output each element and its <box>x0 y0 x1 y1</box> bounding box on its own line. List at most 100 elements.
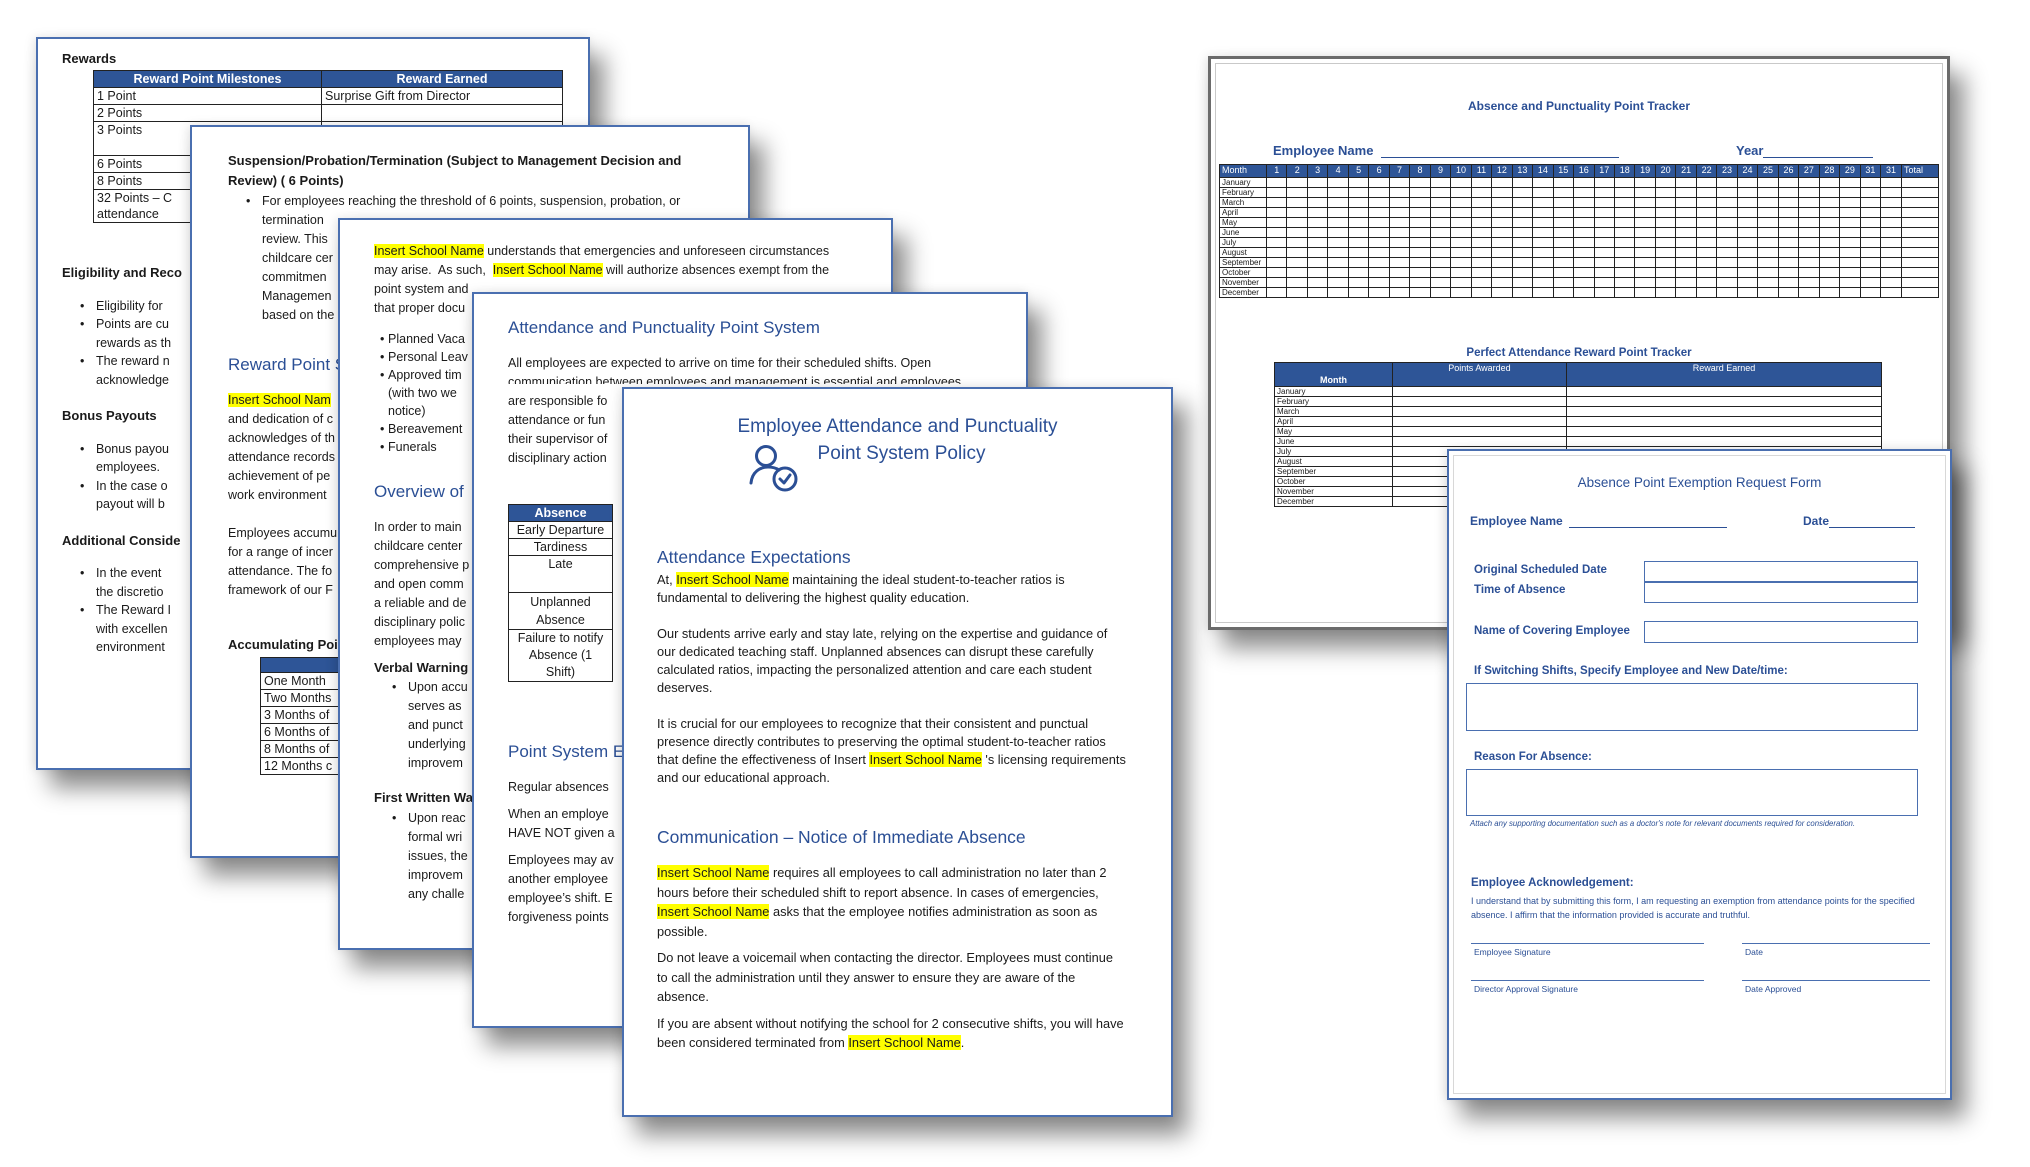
reward-earned-cell[interactable] <box>1566 386 1882 397</box>
grid-cell[interactable] <box>1470 186 1493 198</box>
grid-cell[interactable] <box>1450 196 1472 208</box>
reward-earned-cell[interactable] <box>1566 426 1882 437</box>
grid-cell[interactable] <box>1777 266 1800 278</box>
grid-cell[interactable] <box>1654 276 1677 288</box>
grid-cell[interactable] <box>1327 266 1349 278</box>
grid-cell[interactable] <box>1613 226 1636 238</box>
grid-cell[interactable] <box>1839 236 1861 248</box>
grid-cell[interactable] <box>1552 276 1575 288</box>
grid-cell[interactable] <box>1880 286 1902 298</box>
grid-cell[interactable] <box>1777 246 1800 258</box>
grid-cell[interactable] <box>1450 256 1472 268</box>
grid-cell[interactable] <box>1573 206 1595 218</box>
grid-cell[interactable] <box>1798 226 1820 238</box>
grid-cell[interactable] <box>1491 276 1513 288</box>
grid-cell[interactable] <box>1429 206 1452 218</box>
grid-cell[interactable] <box>1491 206 1513 218</box>
grid-cell[interactable] <box>1327 246 1349 258</box>
grid-cell[interactable] <box>1695 176 1718 188</box>
grid-cell[interactable] <box>1429 246 1452 258</box>
grid-cell[interactable] <box>1798 216 1820 228</box>
grid-cell[interactable] <box>1798 276 1820 288</box>
points-awarded-cell[interactable] <box>1392 396 1567 407</box>
grid-cell[interactable] <box>1511 256 1534 268</box>
grid-cell[interactable] <box>1347 196 1370 208</box>
grid-cell[interactable] <box>1265 246 1288 258</box>
grid-cell[interactable] <box>1491 176 1513 188</box>
grid-cell[interactable] <box>1716 226 1738 238</box>
grid-cell[interactable] <box>1511 216 1534 228</box>
grid-cell[interactable] <box>1552 246 1575 258</box>
employee-name-field[interactable] <box>1381 157 1620 158</box>
grid-cell[interactable] <box>1409 226 1431 238</box>
grid-cell[interactable] <box>1429 216 1452 228</box>
grid-cell[interactable] <box>1757 196 1779 208</box>
grid-cell[interactable] <box>1409 206 1431 218</box>
grid-cell[interactable] <box>1695 196 1718 208</box>
grid-cell[interactable] <box>1286 266 1308 278</box>
grid-cell[interactable] <box>1573 186 1595 198</box>
grid-cell[interactable] <box>1286 176 1308 188</box>
employee-name-field[interactable] <box>1569 527 1728 528</box>
grid-cell[interactable] <box>1368 216 1390 228</box>
grid-cell[interactable] <box>1511 236 1534 248</box>
grid-cell[interactable] <box>1429 266 1452 278</box>
reason-input[interactable] <box>1466 769 1918 816</box>
grid-cell[interactable] <box>1327 236 1349 248</box>
grid-cell[interactable] <box>1511 176 1534 188</box>
grid-cell[interactable] <box>1593 276 1615 288</box>
grid-cell[interactable] <box>1736 236 1759 248</box>
grid-cell[interactable] <box>1306 206 1329 218</box>
grid-cell[interactable] <box>1409 216 1431 228</box>
grid-cell[interactable] <box>1901 176 1939 188</box>
grid-cell[interactable] <box>1286 216 1308 228</box>
grid-cell[interactable] <box>1368 186 1390 198</box>
grid-cell[interactable] <box>1839 246 1861 258</box>
grid-cell[interactable] <box>1532 266 1554 278</box>
grid-cell[interactable] <box>1573 256 1595 268</box>
grid-cell[interactable] <box>1859 176 1882 188</box>
grid-cell[interactable] <box>1859 226 1882 238</box>
grid-cell[interactable] <box>1409 196 1431 208</box>
grid-cell[interactable] <box>1409 286 1431 298</box>
year-field[interactable] <box>1763 157 1874 158</box>
grid-cell[interactable] <box>1429 196 1452 208</box>
grid-cell[interactable] <box>1532 216 1554 228</box>
grid-cell[interactable] <box>1757 276 1779 288</box>
grid-cell[interactable] <box>1736 256 1759 268</box>
grid-cell[interactable] <box>1470 206 1493 218</box>
grid-cell[interactable] <box>1675 256 1697 268</box>
grid-cell[interactable] <box>1265 266 1288 278</box>
grid-cell[interactable] <box>1777 256 1800 268</box>
grid-cell[interactable] <box>1757 226 1779 238</box>
grid-cell[interactable] <box>1675 206 1697 218</box>
grid-cell[interactable] <box>1265 276 1288 288</box>
grid-cell[interactable] <box>1634 176 1656 188</box>
grid-cell[interactable] <box>1306 276 1329 288</box>
grid-cell[interactable] <box>1839 256 1861 268</box>
grid-cell[interactable] <box>1613 236 1636 248</box>
grid-cell[interactable] <box>1347 266 1370 278</box>
grid-cell[interactable] <box>1634 236 1656 248</box>
grid-cell[interactable] <box>1265 226 1288 238</box>
grid-cell[interactable] <box>1757 256 1779 268</box>
grid-cell[interactable] <box>1675 216 1697 228</box>
grid-cell[interactable] <box>1368 196 1390 208</box>
grid-cell[interactable] <box>1368 266 1390 278</box>
grid-cell[interactable] <box>1593 216 1615 228</box>
grid-cell[interactable] <box>1491 266 1513 278</box>
grid-cell[interactable] <box>1736 216 1759 228</box>
grid-cell[interactable] <box>1347 276 1370 288</box>
grid-cell[interactable] <box>1716 246 1738 258</box>
points-awarded-cell[interactable] <box>1392 416 1567 427</box>
grid-cell[interactable] <box>1511 246 1534 258</box>
grid-cell[interactable] <box>1675 196 1697 208</box>
grid-cell[interactable] <box>1859 266 1882 278</box>
grid-cell[interactable] <box>1798 196 1820 208</box>
grid-cell[interactable] <box>1613 186 1636 198</box>
grid-cell[interactable] <box>1654 226 1677 238</box>
grid-cell[interactable] <box>1859 196 1882 208</box>
grid-cell[interactable] <box>1736 186 1759 198</box>
grid-cell[interactable] <box>1450 216 1472 228</box>
date-field[interactable] <box>1829 527 1916 528</box>
